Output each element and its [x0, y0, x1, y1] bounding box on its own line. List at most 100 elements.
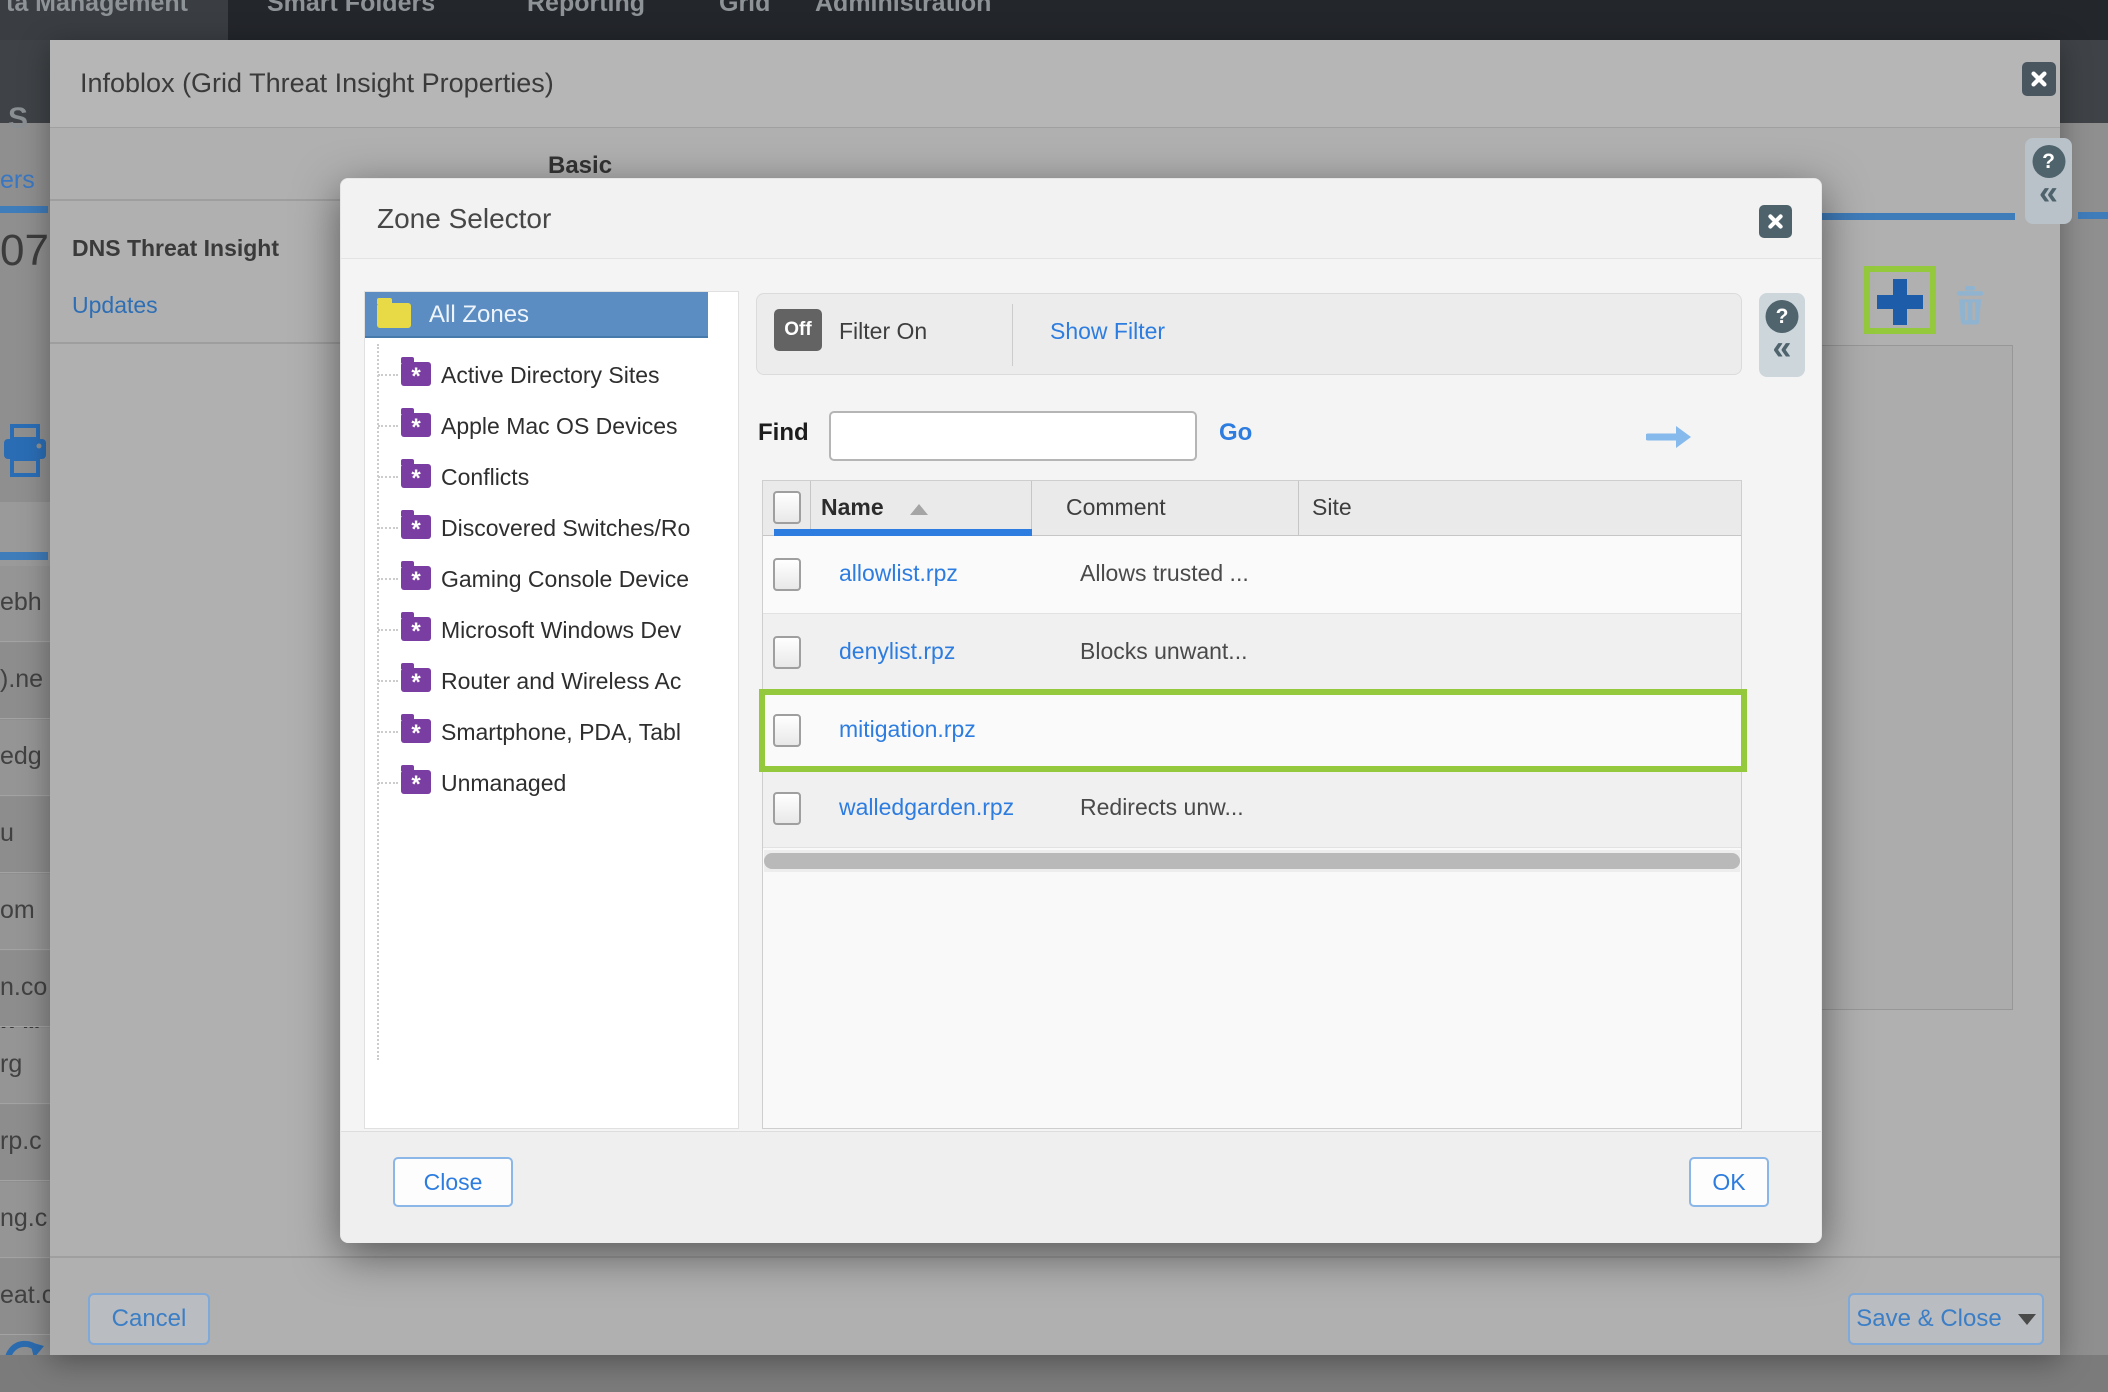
tree-item-discovered-switches[interactable]: *Discovered Switches/Ro [365, 507, 738, 551]
nav-tab-grid[interactable]: Grid [719, 0, 770, 18]
row-checkbox[interactable] [773, 558, 801, 591]
filter-toggle-button[interactable]: Off [774, 309, 822, 351]
folder-zone-icon: * [401, 770, 431, 794]
background-row-text: rp.c [0, 1127, 42, 1156]
modal-help-panel: ? « [1759, 293, 1805, 377]
tree-connector [378, 629, 398, 631]
horizontal-scrollbar-thumb[interactable] [764, 853, 1740, 869]
background-row: n.co [0, 951, 50, 1027]
tree-item-label: Microsoft Windows Dev [441, 617, 681, 644]
background-row: rg [0, 1028, 50, 1104]
close-button[interactable]: Close [393, 1157, 513, 1207]
background-row-text: rg [0, 1050, 22, 1079]
zone-name-link[interactable]: mitigation.rpz [839, 716, 976, 743]
nav-tab-reporting[interactable]: Reporting [527, 0, 645, 18]
asterisk-glyph: * [411, 363, 420, 390]
tree-item-conflicts[interactable]: *Conflicts [365, 456, 738, 500]
background-dark-panel-left: S [0, 40, 50, 123]
highlight-box-add-zone [1864, 266, 1936, 334]
nav-tab-smart-folders[interactable]: Smart Folders [267, 0, 435, 18]
ok-button[interactable]: OK [1689, 1157, 1769, 1207]
tree-connector [378, 374, 398, 376]
zone-comment: Allows trusted ... [1080, 560, 1249, 587]
tree-item-active-directory-sites[interactable]: * Active Directory Sites [365, 354, 738, 398]
table-row-denylist[interactable]: denylist.rpz Blocks unwant... [763, 614, 1741, 692]
save-and-close-button[interactable]: Save & Close [1848, 1293, 2044, 1345]
column-header-name[interactable]: Name [821, 494, 884, 521]
tree-connector [378, 680, 398, 682]
dialog-close-icon[interactable] [2022, 62, 2056, 96]
zone-selector-close-icon[interactable] [1759, 205, 1792, 238]
go-button[interactable]: Go [1219, 419, 1252, 447]
zone-name-link[interactable]: walledgarden.rpz [839, 794, 1014, 821]
folder-zone-icon: * [401, 566, 431, 590]
column-header-comment[interactable]: Comment [1066, 494, 1166, 521]
tree-item-label: Router and Wireless Ac [441, 668, 681, 695]
zone-comment: Redirects unw... [1080, 794, 1244, 821]
collapse-icon[interactable]: « [1773, 329, 1792, 368]
tab-basic[interactable]: Basic [548, 152, 612, 180]
save-options-caret-icon[interactable] [2018, 1314, 2036, 1325]
table-row-walledgarden[interactable]: walledgarden.rpz Redirects unw... [763, 770, 1741, 848]
nav-tab-administration[interactable]: Administration [815, 0, 991, 18]
show-filter-link[interactable]: Show Filter [1050, 318, 1165, 345]
add-zone-icon[interactable] [1893, 279, 1907, 325]
table-row-mitigation[interactable]: mitigation.rpz [763, 692, 1741, 770]
filter-bar: Off Filter On Show Filter [756, 293, 1742, 375]
cancel-button[interactable]: Cancel [88, 1293, 210, 1345]
zone-name-link[interactable]: allowlist.rpz [839, 560, 958, 587]
dialog-title: Infoblox (Grid Threat Insight Properties… [80, 68, 554, 99]
tree-item-label: All Zones [429, 301, 529, 329]
folder-open-icon [377, 303, 411, 328]
zones-table: Name Comment Site allowlist.rpz Allows t… [762, 480, 1742, 1129]
background-row-text: ebh [0, 588, 42, 617]
zone-selector-header: Zone Selector [341, 179, 1821, 259]
row-checkbox[interactable] [773, 714, 801, 747]
row-checkbox[interactable] [773, 636, 801, 669]
tree-connector [378, 578, 398, 580]
tree-item-label: Conflicts [441, 464, 529, 491]
tree-item-label: Smartphone, PDA, Tabl [441, 719, 681, 746]
delete-zone-icon[interactable] [1952, 286, 1988, 326]
tree-connector [378, 731, 398, 733]
find-input[interactable] [829, 411, 1197, 461]
background-row-text: ).ne [0, 665, 43, 694]
background-bottom-strip [0, 1355, 2108, 1392]
tree-item-microsoft-windows-devices[interactable]: *Microsoft Windows Dev [365, 609, 738, 653]
background-tab-underline-right [2078, 212, 2108, 219]
row-checkbox[interactable] [773, 792, 801, 825]
tree-item-gaming-console-devices[interactable]: *Gaming Console Device [365, 558, 738, 602]
nav-tab-data-management[interactable]: ta Management [6, 0, 188, 18]
background-tab-fragment: ers [0, 166, 35, 195]
background-row: ).ne [0, 643, 50, 719]
horizontal-scrollbar [764, 850, 1740, 872]
asterisk-glyph: * [411, 567, 420, 594]
select-all-checkbox[interactable] [773, 491, 801, 524]
sorted-column-underline [774, 529, 1032, 536]
tree-item-label: Active Directory Sites [441, 362, 660, 389]
section-dns-threat-insight: DNS Threat Insight [72, 235, 279, 262]
asterisk-glyph: * [411, 720, 420, 747]
background-row: om [0, 874, 50, 950]
table-row-allowlist[interactable]: allowlist.rpz Allows trusted ... [763, 536, 1741, 614]
asterisk-glyph: * [411, 669, 420, 696]
tree-item-router-and-wireless[interactable]: * Router and Wireless Ac [365, 660, 738, 704]
tree-item-all-zones[interactable]: All Zones [365, 292, 708, 338]
tree-item-unmanaged[interactable]: *Unmanaged [365, 762, 738, 806]
background-row: edg [0, 720, 50, 796]
table-header-row: Name Comment Site [763, 481, 1741, 536]
tree-item-label: Discovered Switches/Ro [441, 515, 690, 542]
zone-name-link[interactable]: denylist.rpz [839, 638, 955, 665]
tree-connector [378, 527, 398, 529]
top-nav-bar: ta Management Smart Folders Reporting Gr… [0, 0, 2108, 40]
updates-link[interactable]: Updates [72, 292, 158, 319]
collapse-icon[interactable]: « [2039, 174, 2058, 213]
column-divider [1298, 481, 1299, 536]
scroll-right-arrow-icon[interactable] [1646, 423, 1692, 451]
folder-zone-icon: * [401, 362, 431, 386]
tree-item-apple-mac-os-devices[interactable]: *Apple Mac OS Devices [365, 405, 738, 449]
column-header-site[interactable]: Site [1312, 494, 1352, 521]
tree-item-smartphone-pda-tablet[interactable]: * Smartphone, PDA, Tabl [365, 711, 738, 755]
zone-selector-dialog: Zone Selector All Zones * Active Director… [340, 178, 1822, 1243]
save-and-close-label: Save & Close [1856, 1305, 2001, 1333]
